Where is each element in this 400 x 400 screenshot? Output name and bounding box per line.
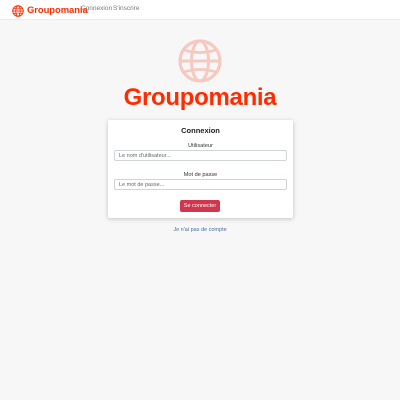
nav-link-login[interactable]: Connexion [81, 5, 112, 12]
username-label: Utilisateur [188, 143, 213, 149]
login-card-title: Connexion [181, 126, 220, 135]
username-input[interactable] [114, 150, 287, 161]
globe-icon [176, 37, 224, 85]
nav-link-signup[interactable]: S'inscrire [113, 5, 140, 12]
no-account-link[interactable]: Je n'ai pas de compte [0, 227, 400, 233]
password-label: Mot de passe [183, 172, 218, 178]
login-submit-button[interactable]: Se connecter [180, 200, 220, 212]
globe-icon [12, 4, 24, 17]
brand-logo[interactable]: Groupomania [12, 3, 88, 17]
password-input[interactable] [114, 179, 287, 190]
brand-name: Groupomania [27, 4, 88, 16]
hero-title: Groupomania [123, 84, 277, 111]
top-navbar: Groupomania Connexion S'inscrire [0, 0, 400, 20]
login-card: Connexion Utilisateur Mot de passe Se co… [108, 120, 293, 218]
